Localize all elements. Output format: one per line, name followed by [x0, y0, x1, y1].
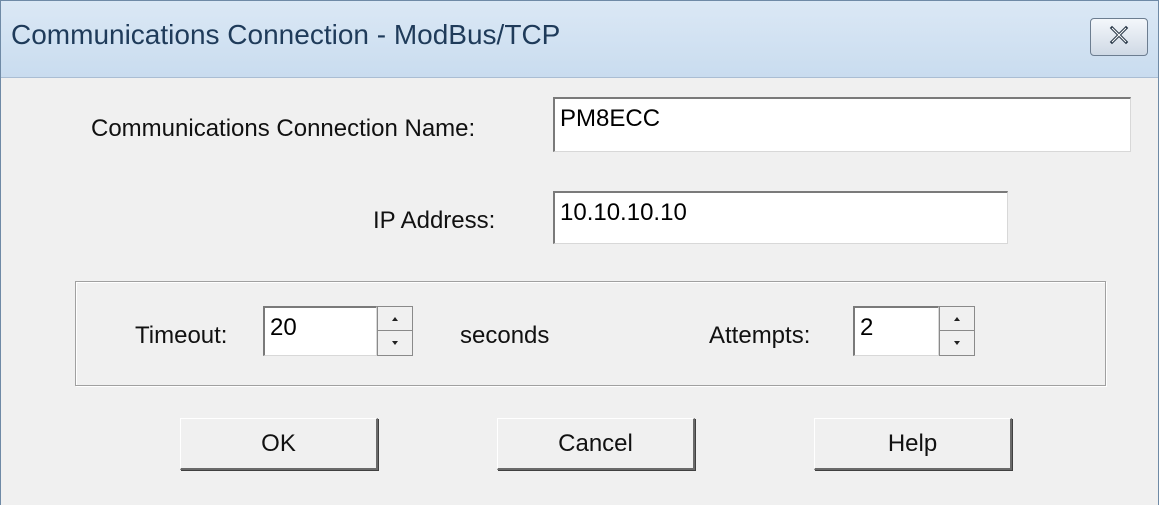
attempts-spinner[interactable]: [939, 306, 975, 356]
title-bar[interactable]: Communications Connection - ModBus/TCP: [1, 1, 1158, 78]
close-button[interactable]: [1090, 18, 1148, 56]
close-icon: [1107, 25, 1131, 50]
timeout-field[interactable]: 20: [263, 306, 377, 356]
ip-address-label: IP Address:: [373, 207, 496, 234]
timeout-unit-label: seconds: [460, 322, 550, 349]
attempts-label: Attempts:: [709, 322, 811, 349]
window-title: Communications Connection - ModBus/TCP: [11, 19, 561, 50]
arrow-down-icon: [954, 341, 960, 345]
attempts-field[interactable]: 2: [853, 306, 939, 356]
dialog-window: Communications Connection - ModBus/TCP C…: [0, 0, 1159, 505]
arrow-down-icon: [392, 341, 398, 345]
timeout-spin-up-button[interactable]: [378, 307, 412, 331]
cancel-button[interactable]: Cancel: [497, 418, 695, 470]
timeout-spinner[interactable]: [377, 306, 413, 356]
attempts-spin-down-button[interactable]: [940, 331, 974, 355]
ip-address-field[interactable]: 10.10.10.10: [553, 191, 1008, 244]
timeout-label: Timeout:: [135, 322, 228, 349]
help-button[interactable]: Help: [814, 418, 1012, 470]
timeout-spin-down-button[interactable]: [378, 331, 412, 355]
arrow-up-icon: [392, 316, 398, 321]
arrow-up-icon: [954, 316, 960, 321]
connection-name-field[interactable]: PM8ECC: [553, 97, 1131, 152]
connection-name-label: Communications Connection Name:: [91, 115, 476, 142]
attempts-spin-up-button[interactable]: [940, 307, 974, 331]
ok-button[interactable]: OK: [180, 418, 378, 470]
